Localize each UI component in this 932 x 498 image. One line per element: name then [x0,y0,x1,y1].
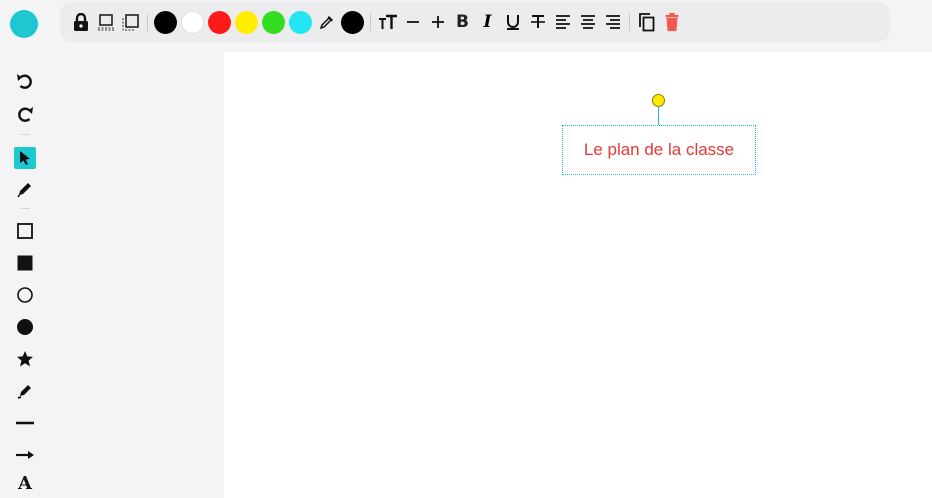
text-tool-button[interactable]: A [12,470,38,496]
rotate-handle-stem [658,106,659,125]
bold-button[interactable]: B [450,9,475,35]
line-tool-icon[interactable] [12,410,38,436]
align-center-icon[interactable] [575,9,600,35]
drawing-canvas[interactable] [224,52,932,498]
decrease-font-size-icon[interactable] [400,9,425,35]
color-swatch-white[interactable] [181,10,204,34]
highlighter-icon[interactable] [12,378,38,404]
color-swatch-red[interactable] [208,10,231,34]
color-swatch-green[interactable] [262,10,285,34]
bring-forward-icon[interactable] [93,9,118,35]
sidebar-separator [20,134,30,135]
delete-icon[interactable] [659,9,684,35]
lock-icon[interactable] [68,9,93,35]
sidebar-separator [20,208,30,209]
brand-logo-dot[interactable] [10,10,38,38]
undo-icon[interactable] [12,69,38,95]
left-toolbar: A [0,58,50,498]
send-backward-icon[interactable] [118,9,143,35]
font-size-icon[interactable] [375,9,400,35]
select-tool-icon[interactable] [12,145,38,171]
duplicate-icon[interactable] [634,9,659,35]
rectangle-outline-icon[interactable] [12,218,38,244]
italic-button[interactable]: I [475,9,500,35]
strikethrough-icon[interactable] [525,9,550,35]
star-icon[interactable] [12,346,38,372]
pen-tool-icon[interactable] [12,176,38,202]
whiteboard-app: B I A Le plan de la classe [0,0,932,498]
color-swatch-black[interactable] [154,10,177,34]
redo-icon[interactable] [12,102,38,128]
eyedropper-icon[interactable] [314,9,339,35]
top-toolbar: B I [60,2,890,42]
align-right-icon[interactable] [600,9,625,35]
circle-filled-icon[interactable] [12,314,38,340]
current-color-indicator[interactable] [341,10,364,34]
circle-outline-icon[interactable] [12,282,38,308]
underline-icon[interactable] [500,9,525,35]
rectangle-filled-icon[interactable] [12,250,38,276]
text-object-content[interactable]: Le plan de la classe [584,140,734,160]
align-left-icon[interactable] [550,9,575,35]
arrow-tool-icon[interactable] [12,442,38,468]
toolbar-separator [147,13,148,31]
increase-font-size-icon[interactable] [425,9,450,35]
toolbar-separator [370,13,371,31]
color-swatch-yellow[interactable] [235,10,258,34]
selected-text-object[interactable]: Le plan de la classe [562,125,756,175]
toolbar-separator [629,13,630,31]
color-swatch-cyan[interactable] [289,10,312,34]
